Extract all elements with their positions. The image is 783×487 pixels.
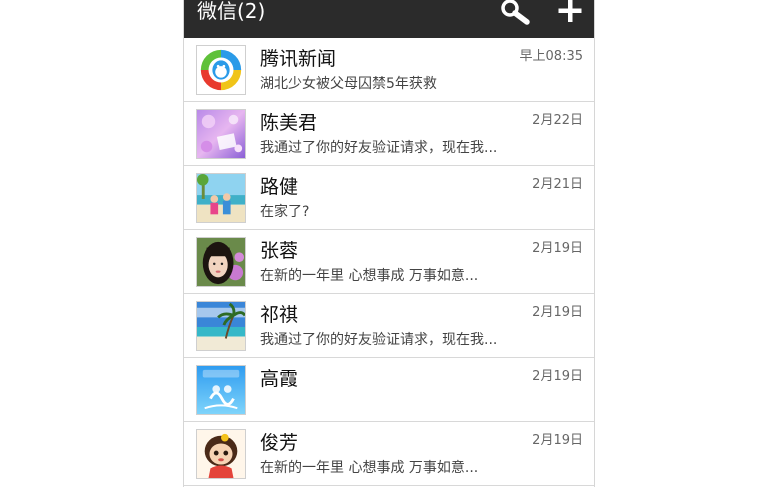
app-title: 微信(2) (197, 0, 266, 23)
search-icon (501, 0, 530, 25)
chat-preview: 在新的一年里 心想事成 万事如意... (260, 268, 479, 284)
chat-time: 早上08:35 (519, 49, 583, 64)
chat-item-gao-xia[interactable]: 高霞 2月19日 (184, 358, 594, 422)
chat-time: 2月22日 (532, 113, 583, 128)
avatar (196, 301, 246, 351)
blue-cartoon-image-icon (197, 366, 245, 414)
chat-item-zhang-rong[interactable]: 张蓉 在新的一年里 心想事成 万事如意... 2月19日 (184, 230, 594, 294)
plus-icon (558, 0, 582, 22)
avatar (196, 173, 246, 223)
add-button[interactable] (554, 0, 586, 26)
chat-preview: 湖北少女被父母囚禁5年获救 (260, 76, 437, 92)
tencent-news-logo-icon (197, 46, 245, 94)
avatar (196, 237, 246, 287)
avatar (196, 45, 246, 95)
chat-item-tencent-news[interactable]: 腾讯新闻 湖北少女被父母囚禁5年获救 早上08:35 (184, 38, 594, 102)
chat-time: 2月19日 (532, 305, 583, 320)
beach-couple-photo-icon (197, 174, 245, 222)
chat-name: 祁祺 (260, 304, 299, 326)
chat-time: 2月19日 (532, 369, 583, 384)
chat-time: 2月19日 (532, 241, 583, 256)
chat-name: 高霞 (260, 368, 299, 390)
chat-name: 张蓉 (260, 240, 299, 262)
chat-time: 2月19日 (532, 433, 583, 448)
title-bar: 微信(2) (184, 0, 594, 38)
chat-preview: 在新的一年里 心想事成 万事如意... (260, 460, 479, 476)
girl-portrait-photo-icon (197, 238, 245, 286)
chat-time: 2月21日 (532, 177, 583, 192)
purple-floral-photo-icon (197, 110, 245, 158)
avatar (196, 109, 246, 159)
chat-preview: 在家了? (260, 204, 310, 220)
tropical-beach-photo-icon (197, 302, 245, 350)
chat-item-lu-jian[interactable]: 路健 在家了? 2月21日 (184, 166, 594, 230)
avatar (196, 365, 246, 415)
search-button[interactable] (498, 0, 532, 26)
chat-item-chen-meijun[interactable]: 陈美君 我通过了你的好友验证请求，现在我... 2月22日 (184, 102, 594, 166)
avatar (196, 429, 246, 479)
chat-name: 路健 (260, 176, 299, 198)
chat-name: 腾讯新闻 (260, 48, 337, 70)
chat-preview: 我通过了你的好友验证请求，现在我... (260, 140, 498, 156)
chat-item-qi-qi[interactable]: 祁祺 我通过了你的好友验证请求，现在我... 2月19日 (184, 294, 594, 358)
cartoon-girl-image-icon (197, 430, 245, 478)
wechat-screen: 微信(2) 腾讯新闻 湖北少女被父母囚禁5年获救 早上08:35 陈美君 我通过… (183, 0, 595, 487)
chat-list: 腾讯新闻 湖北少女被父母囚禁5年获救 早上08:35 陈美君 我通过了你的好友验… (184, 38, 594, 486)
chat-preview: 我通过了你的好友验证请求，现在我... (260, 332, 498, 348)
chat-name: 俊芳 (260, 432, 299, 454)
chat-name: 陈美君 (260, 112, 318, 134)
chat-item-jun-fang[interactable]: 俊芳 在新的一年里 心想事成 万事如意... 2月19日 (184, 422, 594, 486)
